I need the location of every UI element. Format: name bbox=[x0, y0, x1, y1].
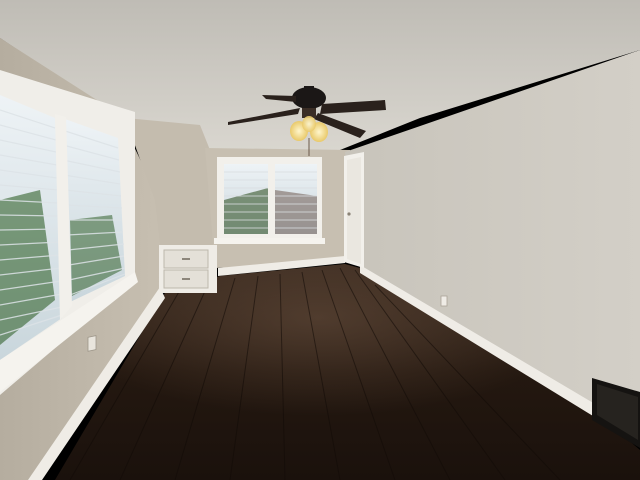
room-photo bbox=[0, 0, 640, 480]
closet-door bbox=[344, 152, 364, 268]
back-window bbox=[214, 157, 325, 244]
built-in-drawers bbox=[159, 245, 217, 293]
room-illustration bbox=[0, 0, 640, 480]
electrical-outlet-left bbox=[87, 335, 97, 352]
electrical-outlet bbox=[440, 295, 448, 307]
light-bulb bbox=[302, 116, 316, 132]
